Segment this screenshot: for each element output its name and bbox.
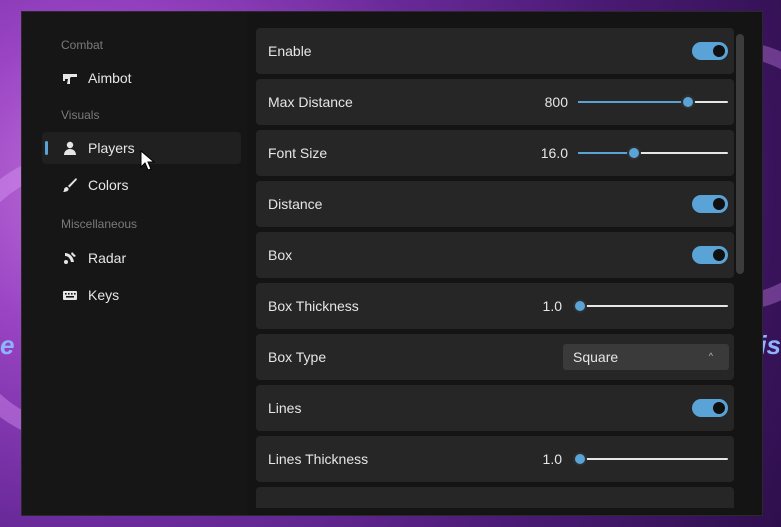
toggle-knob <box>713 198 725 210</box>
box-thickness-slider[interactable] <box>573 297 728 315</box>
enable-toggle[interactable] <box>692 42 728 60</box>
setting-label: Box <box>268 247 293 263</box>
setting-label: Font Size <box>268 145 328 161</box>
active-indicator <box>45 141 48 155</box>
slider-thumb[interactable] <box>626 146 641 160</box>
setting-row-enable: Enable <box>256 28 734 74</box>
sidebar-item-label: Players <box>88 140 135 156</box>
sidebar-item-aimbot[interactable]: Aimbot <box>42 62 241 94</box>
scrollbar[interactable] <box>736 34 744 274</box>
setting-row-partial <box>256 487 734 508</box>
sidebar-item-colors[interactable]: Colors <box>42 169 241 201</box>
gun-icon <box>62 70 78 86</box>
slider-value: 1.0 <box>542 451 562 467</box>
sidebar-item-label: Aimbot <box>88 70 132 86</box>
slider-track <box>578 458 728 460</box>
background-text-left: e <box>0 330 15 360</box>
distance-toggle[interactable] <box>692 195 728 213</box>
slider-thumb[interactable] <box>573 452 587 466</box>
setting-row-lines: Lines <box>256 385 734 431</box>
setting-label: Distance <box>268 196 323 212</box>
dropdown-value: Square <box>573 349 619 365</box>
setting-row-font-size: Font Size 16.0 <box>256 130 734 176</box>
setting-row-box: Box <box>256 232 734 278</box>
font-size-slider[interactable] <box>578 144 728 162</box>
keyboard-icon <box>62 287 78 303</box>
setting-label: Lines <box>268 400 302 416</box>
setting-row-distance: Distance <box>256 181 734 227</box>
caret-up-icon: ^ <box>708 351 713 361</box>
sidebar-item-label: Radar <box>88 250 127 266</box>
sidebar: Combat Aimbot Visuals Players Colors Mis… <box>22 12 247 515</box>
sidebar-item-keys[interactable]: Keys <box>42 279 241 311</box>
section-visuals-label: Visuals <box>61 108 100 122</box>
slider-fill <box>578 152 634 154</box>
settings-panel: Enable Max Distance 800 Font Size 16.0 D… <box>256 28 734 508</box>
toggle-knob <box>713 249 725 261</box>
setting-row-max-distance: Max Distance 800 <box>256 79 734 125</box>
setting-label: Max Distance <box>268 94 353 110</box>
mouse-cursor-icon <box>140 150 156 171</box>
slider-thumb[interactable] <box>573 299 587 313</box>
user-icon <box>62 140 78 156</box>
setting-row-box-thickness: Box Thickness 1.0 <box>256 283 734 329</box>
setting-label: Lines Thickness <box>268 451 369 467</box>
box-toggle[interactable] <box>692 246 728 264</box>
menu-window: Combat Aimbot Visuals Players Colors Mis… <box>21 11 763 516</box>
sidebar-item-label: Colors <box>88 177 129 193</box>
brush-icon <box>62 177 78 193</box>
slider-value: 1.0 <box>542 298 562 314</box>
lines-toggle[interactable] <box>692 399 728 417</box>
setting-label: Box Type <box>268 349 327 365</box>
radar-icon <box>62 250 78 266</box>
slider-value: 800 <box>544 94 568 110</box>
section-misc-label: Miscellaneous <box>61 217 138 231</box>
toggle-knob <box>713 402 725 414</box>
sidebar-item-label: Keys <box>88 287 120 303</box>
sidebar-item-radar[interactable]: Radar <box>42 242 241 274</box>
slider-fill <box>578 101 688 103</box>
setting-row-box-type: Box Type Square ^ <box>256 334 734 380</box>
lines-thickness-slider[interactable] <box>573 450 728 468</box>
section-combat-label: Combat <box>61 38 104 52</box>
slider-value: 16.0 <box>540 145 568 161</box>
setting-row-lines-thickness: Lines Thickness 1.0 <box>256 436 734 482</box>
toggle-knob <box>713 45 725 57</box>
slider-thumb[interactable] <box>680 95 695 109</box>
setting-label: Enable <box>268 43 312 59</box>
max-distance-slider[interactable] <box>578 93 728 111</box>
box-type-dropdown[interactable]: Square ^ <box>563 344 729 370</box>
setting-label: Box Thickness <box>268 298 359 314</box>
slider-track <box>578 305 728 307</box>
